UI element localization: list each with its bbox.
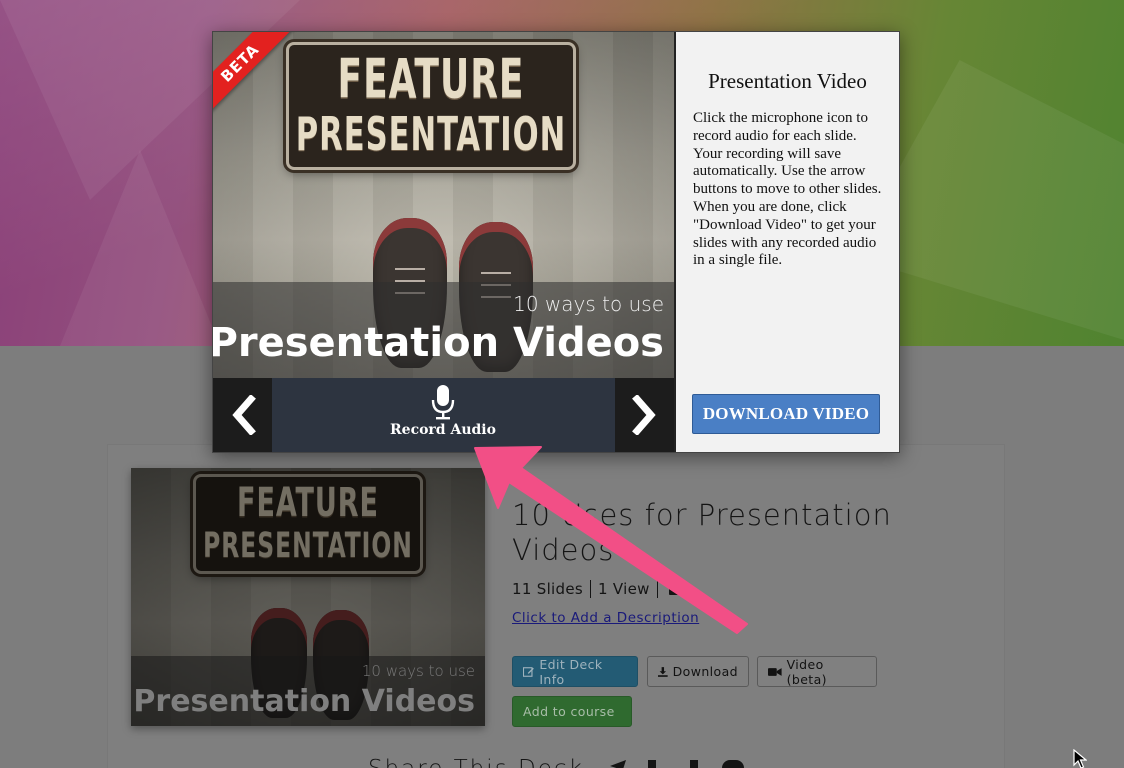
presentation-video-modal: FEATURE PRESENTATION 10 ways to use Pres… <box>212 31 900 453</box>
sign-line-2: PRESENTATION <box>295 108 567 162</box>
modal-slide-preview: FEATURE PRESENTATION 10 ways to use Pres… <box>213 32 674 378</box>
download-label: Download <box>672 664 738 679</box>
video-camera-icon <box>768 667 782 676</box>
previous-slide-button[interactable] <box>213 378 272 452</box>
add-to-course-label: Add to course <box>523 704 615 719</box>
shoe-lace <box>395 268 425 270</box>
meta-separator <box>656 580 658 598</box>
twitter-icon[interactable] <box>722 760 744 768</box>
deck-title: 10 Uses for Presentation Videos <box>512 498 892 567</box>
caption-band: 10 ways to use Presentation Videos <box>131 656 485 726</box>
caption-band: 10 ways to use Presentation Videos <box>213 282 674 378</box>
meta-separator <box>589 580 591 598</box>
caption-small: 10 ways to use <box>513 292 664 316</box>
modal-instructions: Click the microphone icon to record audi… <box>693 110 882 269</box>
microphone-icon <box>431 385 455 420</box>
modal-title: Presentation Video <box>708 69 867 93</box>
slide-count: 11 Slides <box>512 580 583 598</box>
record-audio-button[interactable]: Record Audio <box>353 384 533 446</box>
facebook-icon[interactable] <box>690 760 698 768</box>
cursor-icon <box>1073 749 1087 768</box>
linkedin-icon[interactable] <box>648 760 656 768</box>
slide-controls-bar: Record Audio <box>213 378 674 452</box>
caption-big: Presentation Videos <box>213 320 664 366</box>
shoe-lace <box>481 272 511 274</box>
download-button[interactable]: Download <box>647 656 749 687</box>
modal-info-panel: Presentation Video Click the microphone … <box>676 32 899 452</box>
download-video-button[interactable]: DOWNLOAD VIDEO <box>692 394 880 434</box>
view-count: 1 View <box>597 580 650 598</box>
caption-small: 10 ways to use <box>361 662 475 680</box>
edit-deck-info-button[interactable]: Edit Deck Info <box>512 656 638 687</box>
feature-presentation-sign: FEATURE PRESENTATION <box>193 474 423 574</box>
video-beta-label: Video (beta) <box>786 656 827 687</box>
pencil-square-icon <box>523 666 534 677</box>
caption-big: Presentation Videos <box>133 684 475 719</box>
chevron-right-icon <box>631 395 656 435</box>
folder-icon[interactable] <box>668 583 683 595</box>
next-slide-button[interactable] <box>615 378 674 452</box>
sign-line-1: FEATURE <box>237 479 379 527</box>
feature-presentation-sign: FEATURE PRESENTATION <box>286 42 576 170</box>
deck-thumbnail[interactable]: FEATURE PRESENTATION 10 ways to use Pres… <box>131 468 485 726</box>
share-deck-heading: Share This Deck <box>368 756 584 768</box>
sign-line-1: FEATURE <box>337 48 525 112</box>
add-description-link[interactable]: Click to Add a Description <box>512 610 699 626</box>
record-audio-label: Record Audio <box>390 422 496 438</box>
video-beta-button[interactable]: Video (beta) <box>757 656 877 687</box>
add-to-course-button[interactable]: Add to course <box>512 696 632 727</box>
edit-deck-info-label: Edit Deck Info <box>539 656 603 687</box>
deck-meta: 11 Slides 1 View <box>512 580 683 598</box>
chevron-left-icon <box>231 395 256 435</box>
sign-line-2: PRESENTATION <box>203 525 413 567</box>
download-icon <box>658 666 668 677</box>
